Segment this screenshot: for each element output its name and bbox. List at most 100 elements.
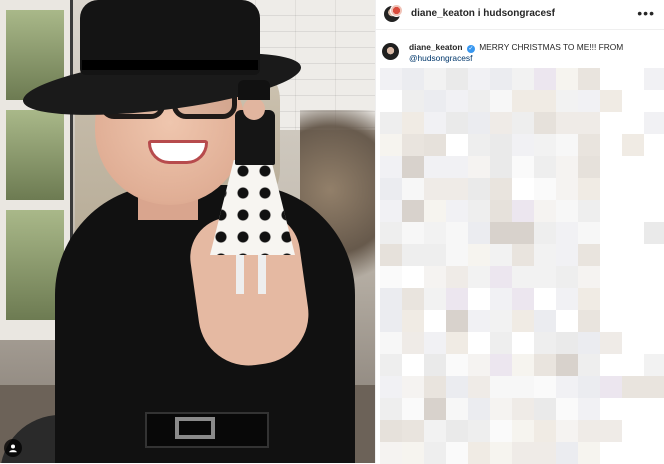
caption-text: MERRY CHRISTMAS TO ME!!! FROM: [479, 42, 624, 52]
mosaic-cell: [512, 178, 534, 200]
mosaic-cell: [490, 310, 512, 332]
post-image[interactable]: [0, 0, 375, 463]
mosaic-cell: [600, 156, 622, 178]
mosaic-cell: [578, 398, 600, 420]
mosaic-cell: [534, 288, 556, 310]
mosaic-cell: [644, 442, 664, 464]
mosaic-cell: [446, 442, 468, 464]
mosaic-cell: [534, 354, 556, 376]
mosaic-cell: [534, 134, 556, 156]
mosaic-cell: [644, 288, 664, 310]
mosaic-cell: [446, 310, 468, 332]
mosaic-cell: [490, 266, 512, 288]
mosaic-cell: [578, 244, 600, 266]
mosaic-cell: [578, 354, 600, 376]
mosaic-cell: [402, 288, 424, 310]
mosaic-cell: [446, 244, 468, 266]
mosaic-cell: [402, 310, 424, 332]
mosaic-cell: [512, 156, 534, 178]
user-tag-glyph: [9, 444, 17, 453]
mosaic-cell: [468, 112, 490, 134]
mosaic-cell: [446, 134, 468, 156]
mosaic-cell: [512, 376, 534, 398]
mosaic-cell: [446, 90, 468, 112]
mosaic-cell: [644, 398, 664, 420]
mosaic-cell: [424, 354, 446, 376]
mosaic-cell: [490, 332, 512, 354]
mosaic-cell: [490, 354, 512, 376]
mosaic-cell: [512, 420, 534, 442]
mosaic-cell: [380, 398, 402, 420]
mosaic-cell: [578, 156, 600, 178]
mosaic-cell: [644, 420, 664, 442]
mosaic-cell: [534, 398, 556, 420]
mosaic-cell: [424, 222, 446, 244]
mosaic-cell: [446, 266, 468, 288]
mosaic-cell: [468, 178, 490, 200]
mosaic-cell: [622, 376, 644, 398]
mosaic-cell: [446, 288, 468, 310]
mosaic-cell: [600, 90, 622, 112]
caption-username[interactable]: diane_keaton: [409, 42, 463, 52]
mosaic-cell: [380, 310, 402, 332]
collaborator-avatar[interactable]: [390, 4, 403, 17]
user-tag-icon[interactable]: [4, 439, 22, 457]
mosaic-cell: [468, 266, 490, 288]
mosaic-cell: [380, 222, 402, 244]
mosaic-cell: [468, 156, 490, 178]
caption-avatar[interactable]: [382, 43, 399, 60]
mosaic-cell: [644, 376, 664, 398]
mosaic-cell: [556, 90, 578, 112]
mosaic-cell: [402, 354, 424, 376]
mosaic-cell: [424, 420, 446, 442]
mosaic-cell: [512, 90, 534, 112]
mosaic-cell: [622, 398, 644, 420]
mosaic-cell: [446, 222, 468, 244]
mosaic-cell: [622, 266, 644, 288]
mosaic-cell: [380, 288, 402, 310]
mosaic-cell: [556, 288, 578, 310]
mosaic-cell: [424, 332, 446, 354]
mosaic-cell: [468, 68, 490, 90]
mosaic-cell: [534, 68, 556, 90]
mosaic-cell: [556, 398, 578, 420]
mosaic-cell: [402, 332, 424, 354]
mosaic-cell: [490, 134, 512, 156]
mosaic-cell: [380, 156, 402, 178]
mosaic-cell: [556, 376, 578, 398]
mosaic-cell: [490, 68, 512, 90]
belt-buckle: [175, 417, 215, 439]
mosaic-cell: [622, 134, 644, 156]
mosaic-cell: [556, 222, 578, 244]
mosaic-cell: [644, 112, 664, 134]
mosaic-cell: [446, 354, 468, 376]
mosaic-cell: [424, 68, 446, 90]
mosaic-cell: [380, 442, 402, 464]
mosaic-cell: [490, 112, 512, 134]
mosaic-cell: [468, 134, 490, 156]
ornament-hat: [238, 80, 270, 100]
mosaic-cell: [644, 68, 664, 90]
mosaic-cell: [534, 112, 556, 134]
mosaic-cell: [622, 90, 644, 112]
mosaic-cell: [622, 112, 644, 134]
mosaic-cell: [644, 266, 664, 288]
mosaic-cell: [556, 266, 578, 288]
mosaic-cell: [380, 134, 402, 156]
verified-badge-icon: ✓: [466, 45, 475, 53]
window-pane: [6, 110, 64, 200]
mosaic-cell: [600, 266, 622, 288]
mosaic-cell: [578, 68, 600, 90]
post-details-panel: diane_keaton i hudsongracesf ••• diane_k…: [375, 0, 664, 464]
mosaic-cell: [424, 398, 446, 420]
caption-mention-link[interactable]: @hudsongracesf: [409, 53, 623, 64]
mosaic-cell: [490, 222, 512, 244]
mosaic-cell: [556, 178, 578, 200]
mosaic-cell: [402, 134, 424, 156]
mosaic-cell: [644, 244, 664, 266]
more-options-icon[interactable]: •••: [637, 6, 655, 20]
mosaic-cell: [402, 398, 424, 420]
mosaic-cell: [446, 420, 468, 442]
mosaic-cell: [468, 354, 490, 376]
post-author-names[interactable]: diane_keaton i hudsongracesf: [411, 8, 555, 19]
